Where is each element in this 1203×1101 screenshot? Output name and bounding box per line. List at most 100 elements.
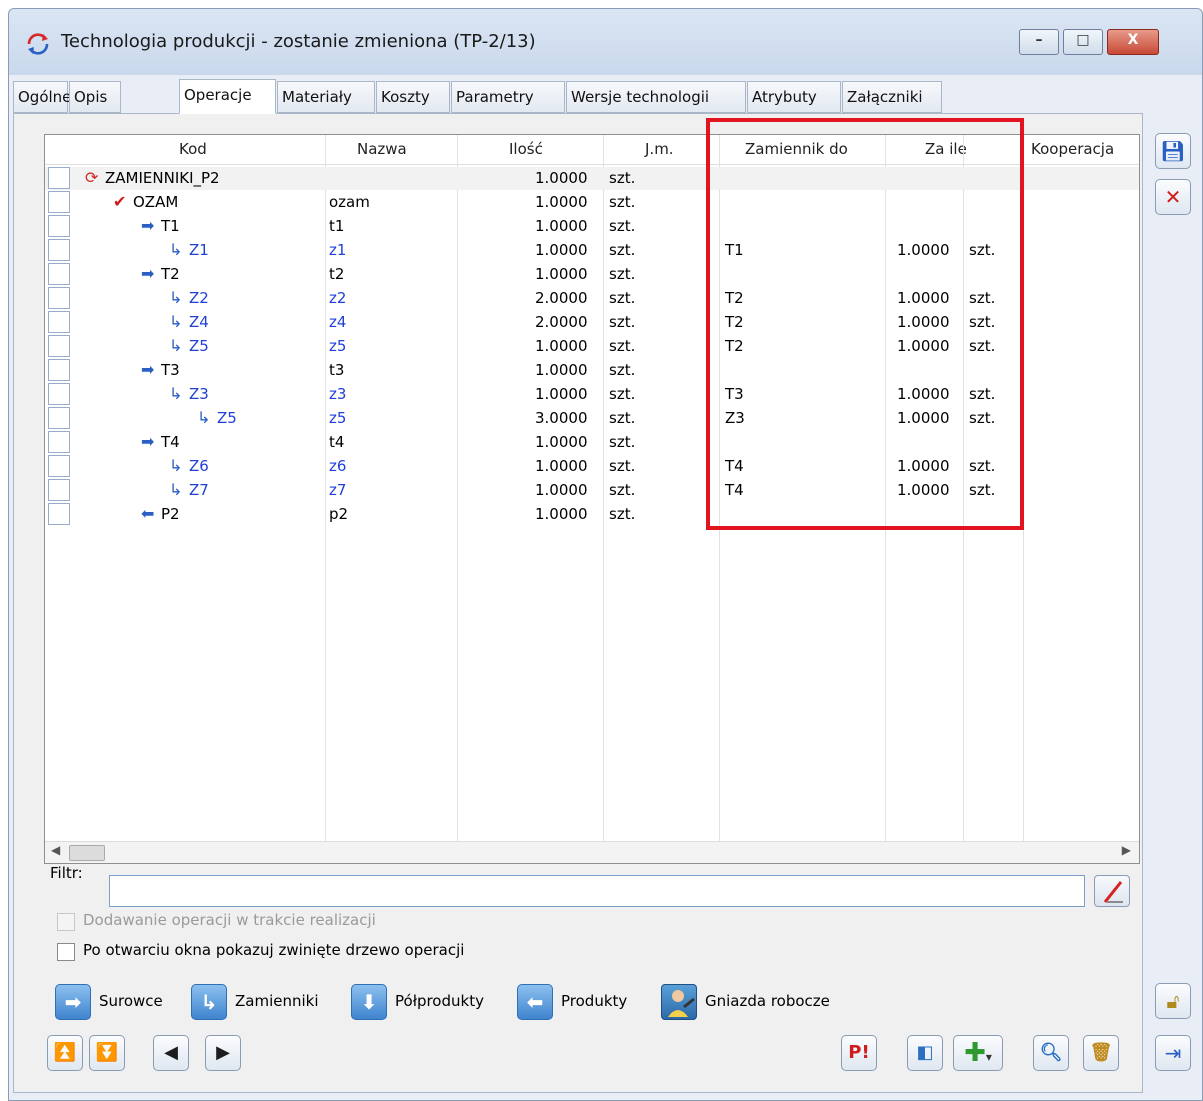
row-checkbox[interactable]: [48, 191, 70, 213]
col-za-ile[interactable]: Za ile: [925, 140, 967, 158]
row-zamiennik-do: T2: [725, 337, 744, 355]
move-right-button[interactable]: ▶: [205, 1035, 241, 1071]
move-left-icon: ◀: [164, 1042, 178, 1063]
table-row[interactable]: ↳ Z2 z2 2.0000 szt. T2 1.0000 szt.: [45, 287, 1139, 310]
clear-filter-button[interactable]: [1094, 875, 1130, 907]
close-button[interactable]: X: [1107, 29, 1159, 55]
row-za-ile: 1.0000: [897, 313, 950, 331]
row-za-ile-jm: szt.: [969, 337, 996, 355]
polprodukty-button[interactable]: ⬇: [351, 984, 387, 1020]
table-row[interactable]: ➡ T3 t3 1.0000 szt.: [45, 359, 1139, 382]
table-row[interactable]: ↳ Z5 z5 3.0000 szt. Z3 1.0000 szt.: [45, 407, 1139, 430]
zamienniki-button[interactable]: ↳: [191, 984, 227, 1020]
filter-label: Filtr:: [50, 864, 83, 882]
minimize-button[interactable]: –: [1019, 29, 1059, 55]
gniazda-robocze-button[interactable]: [661, 984, 697, 1020]
priority-button[interactable]: P!: [841, 1035, 877, 1071]
tab-wersje-technologii[interactable]: Wersje technologii: [566, 81, 746, 113]
row-jm: szt.: [609, 457, 636, 475]
table-row[interactable]: ➡ T1 t1 1.0000 szt.: [45, 215, 1139, 238]
row-kod: OZAM: [133, 193, 179, 211]
search-button[interactable]: 🔍︎: [1033, 1035, 1069, 1071]
scroll-right-icon[interactable]: ▶: [1122, 843, 1131, 857]
tab-materialy[interactable]: Materiały: [277, 81, 375, 113]
pin-button[interactable]: ⇥: [1155, 1035, 1191, 1071]
maximize-button[interactable]: □: [1063, 29, 1103, 55]
operations-grid[interactable]: Kod Nazwa Ilość J.m. Zamiennik do Za ile…: [44, 134, 1140, 864]
filter-input[interactable]: [109, 875, 1085, 907]
pin-icon: ⇥: [1164, 1041, 1182, 1065]
dropdown-icon[interactable]: ▾: [986, 1050, 992, 1064]
move-top-button[interactable]: ⏫: [47, 1035, 83, 1071]
move-left-button[interactable]: ◀: [153, 1035, 189, 1071]
zwiniete-checkbox[interactable]: [57, 943, 75, 961]
row-checkbox[interactable]: [48, 359, 70, 381]
table-row[interactable]: ➡ T2 t2 1.0000 szt.: [45, 263, 1139, 286]
split-button[interactable]: ◧: [907, 1035, 943, 1071]
row-za-ile-jm: szt.: [969, 241, 996, 259]
col-kooperacja[interactable]: Kooperacja: [1031, 140, 1114, 158]
title-bar[interactable]: Technologia produkcji - zostanie zmienio…: [9, 9, 1202, 75]
table-row[interactable]: ↳ Z7 z7 1.0000 szt. T4 1.0000 szt.: [45, 479, 1139, 502]
col-kod[interactable]: Kod: [179, 140, 207, 158]
tab-atrybuty[interactable]: Atrybuty: [747, 81, 841, 113]
priority-icon: P!: [848, 1042, 870, 1063]
scroll-left-icon[interactable]: ◀: [51, 843, 60, 857]
delete-button[interactable]: 🗑︎: [1083, 1035, 1119, 1071]
table-row[interactable]: ⬅ P2 p2 1.0000 szt.: [45, 503, 1139, 526]
arrow-left-icon: ⬅: [141, 504, 155, 523]
table-row[interactable]: ↳ Z6 z6 1.0000 szt. T4 1.0000 szt.: [45, 455, 1139, 478]
row-nazwa: z6: [329, 457, 347, 475]
row-checkbox[interactable]: [48, 239, 70, 261]
save-button[interactable]: 💾︎: [1155, 133, 1191, 169]
row-checkbox[interactable]: [48, 383, 70, 405]
tab-parametry[interactable]: Parametry: [451, 81, 565, 113]
row-checkbox[interactable]: [48, 479, 70, 501]
gniazda-label: Gniazda robocze: [705, 992, 830, 1010]
row-nazwa: z1: [329, 241, 347, 259]
table-row[interactable]: ➡ T4 t4 1.0000 szt.: [45, 431, 1139, 454]
row-ilosc: 1.0000: [535, 217, 588, 235]
arrow-down-icon: ⬇: [360, 990, 378, 1014]
row-checkbox[interactable]: [48, 167, 70, 189]
row-checkbox[interactable]: [48, 407, 70, 429]
scroll-thumb[interactable]: [69, 845, 105, 861]
col-zamiennik-do[interactable]: Zamiennik do: [745, 140, 848, 158]
row-checkbox[interactable]: [48, 215, 70, 237]
tab-opis[interactable]: Opis: [69, 81, 121, 113]
row-zamiennik-do: T2: [725, 289, 744, 307]
row-checkbox[interactable]: [48, 287, 70, 309]
table-row[interactable]: ⟳ ZAMIENNIKI_P2 1.0000 szt.: [45, 167, 1139, 190]
row-checkbox[interactable]: [48, 311, 70, 333]
table-row[interactable]: ↳ Z4 z4 2.0000 szt. T2 1.0000 szt.: [45, 311, 1139, 334]
row-checkbox[interactable]: [48, 263, 70, 285]
table-row[interactable]: ↳ Z3 z3 1.0000 szt. T3 1.0000 szt.: [45, 383, 1139, 406]
row-nazwa: z2: [329, 289, 347, 307]
table-row[interactable]: ✔ OZAM ozam 1.0000 szt.: [45, 191, 1139, 214]
tab-operacje[interactable]: Operacje: [179, 79, 276, 114]
move-bottom-button[interactable]: ⏬: [89, 1035, 125, 1071]
row-kod: Z4: [189, 313, 209, 331]
tab-zalaczniki[interactable]: Załączniki: [842, 81, 942, 113]
substitute-arrow-icon: ↳: [169, 240, 183, 259]
tab-ogolne[interactable]: Ogólne: [13, 81, 71, 113]
add-button[interactable]: ✚▾: [953, 1035, 1003, 1071]
row-checkbox[interactable]: [48, 431, 70, 453]
row-kod: Z5: [217, 409, 237, 427]
cancel-button[interactable]: ✕: [1155, 179, 1191, 215]
row-zamiennik-do: T3: [725, 385, 744, 403]
row-checkbox[interactable]: [48, 503, 70, 525]
table-row[interactable]: ↳ Z1 z1 1.0000 szt. T1 1.0000 szt.: [45, 239, 1139, 262]
row-checkbox[interactable]: [48, 335, 70, 357]
row-checkbox[interactable]: [48, 455, 70, 477]
col-nazwa[interactable]: Nazwa: [357, 140, 407, 158]
tab-koszty[interactable]: Koszty: [376, 81, 450, 113]
surowce-button[interactable]: ➡: [55, 984, 91, 1020]
table-row[interactable]: ↳ Z5 z5 1.0000 szt. T2 1.0000 szt.: [45, 335, 1139, 358]
horizontal-scrollbar[interactable]: ◀ ▶: [45, 841, 1139, 863]
col-jm[interactable]: J.m.: [645, 140, 674, 158]
row-ilosc: 2.0000: [535, 313, 588, 331]
lock-button[interactable]: 🔓︎: [1155, 983, 1191, 1019]
col-ilosc[interactable]: Ilość: [509, 140, 543, 158]
produkty-button[interactable]: ⬅: [517, 984, 553, 1020]
